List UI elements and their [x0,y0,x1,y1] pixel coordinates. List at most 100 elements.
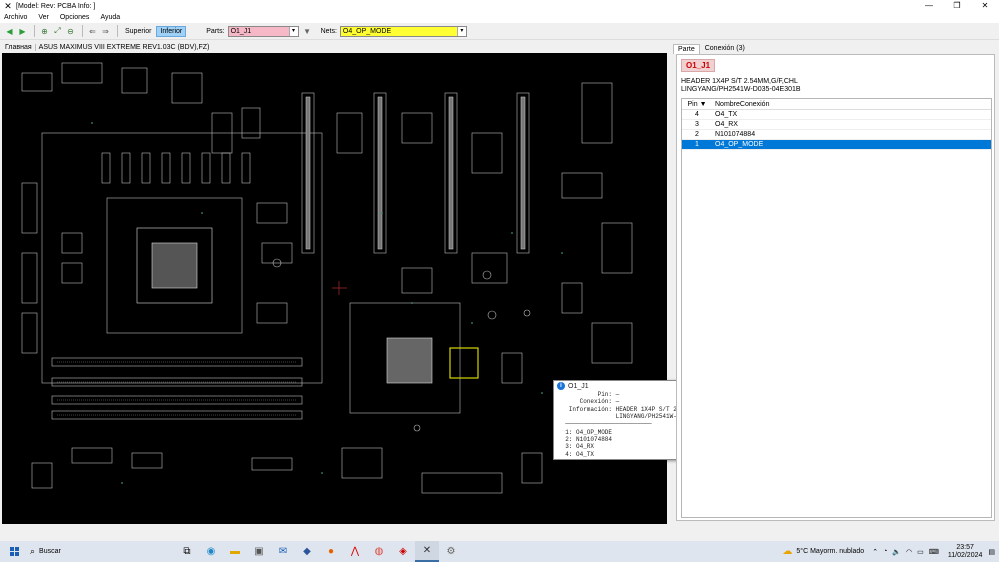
tooltip-line: 4: O4_TX [558,451,595,458]
file-explorer-icon[interactable]: ▬ [223,541,247,562]
layer-bottom-toggle[interactable]: Inferior [156,25,187,37]
forward-icon[interactable]: ▶ [17,26,28,37]
app-icon: ✕ [4,1,12,11]
table-header: Pin ▼ NombreConexión [682,99,991,110]
menu-ver[interactable]: Ver [38,14,49,21]
parts-value: O1_J1 [230,27,252,35]
table-row-selected[interactable]: 1 O4_OP_MODE [682,140,991,150]
panel-body: O1_J1 HEADER 1X4P S/T 2.54MM,G/F,CHL LIN… [676,54,995,521]
start-button[interactable] [4,541,24,562]
store-icon[interactable]: ▣ [247,541,271,562]
back-icon[interactable]: ◀ [4,26,15,37]
description-line: LINGYANG/PH2541W-D035-04E301B [681,86,801,93]
menu-bar: Archivo Ver Opciones Ayuda [0,12,999,23]
column-net-name[interactable]: NombreConexión [712,101,991,108]
properties-panel: Parte Conexión (3) O1_J1 HEADER 1X4P S/T… [673,41,995,525]
window-title: [Model: Rev: PCBA Info: ] [16,2,96,10]
part-name-badge: O1_J1 [681,59,716,72]
nets-combo[interactable]: O4_OP_MODE ▾ [339,25,467,37]
taskbar-search[interactable]: ⌕ Buscar [30,541,175,562]
chevron-up-icon[interactable]: ⌃ [872,548,878,556]
edge-icon[interactable]: ◉ [199,541,223,562]
network-icon[interactable]: ◔ [883,548,887,555]
menu-ayuda[interactable]: Ayuda [100,14,120,21]
tab-conexion[interactable]: Conexión (3) [700,43,750,54]
row-pin: 1 [695,141,699,148]
windows-logo-icon [9,547,19,556]
app-icon[interactable]: ◈ [391,541,415,562]
fit-icon[interactable]: ⤢ [52,26,63,37]
system-tray: ☁ 5°C Mayorm. nublado ⌃ ◔ 🔈 ◠ ▭ ⌨ 23:57 … [782,541,995,562]
flip-horizontal-icon[interactable]: ⇐ [87,26,98,37]
chevron-down-icon[interactable]: ▾ [456,26,466,36]
weather-text: 5°C Mayorm. nublado [796,548,865,555]
row-pin: 2 [695,131,699,138]
parts-combo[interactable]: O1_J1 ▾ [227,25,299,37]
clock-time: 23:57 [956,543,974,551]
tooltip-line: 2: N101074884 [558,436,613,443]
weather-widget[interactable]: ☁ 5°C Mayorm. nublado [782,546,864,557]
info-icon: i [557,382,565,390]
maximize-button[interactable]: ❐ [943,0,971,12]
firefox-icon[interactable]: ● [319,541,343,562]
wifi-icon[interactable]: ◠ [906,548,912,556]
tab-home[interactable]: Главная [2,44,35,51]
chevron-down-icon[interactable]: ▾ [288,26,298,36]
tooltip-line: Pin: — [558,391,620,398]
zoom-out-icon[interactable]: ⊖ [65,26,76,37]
acrobat-icon[interactable]: ⋀ [343,541,367,562]
boardviewer-icon[interactable]: ✕ [415,541,439,562]
column-pin[interactable]: Pin ▼ [682,101,712,108]
row-pin: 4 [695,111,699,118]
part-description: HEADER 1X4P S/T 2.54MM,G/F,CHL LINGYANG/… [681,78,801,94]
row-pin: 3 [695,121,699,128]
close-button[interactable]: ✕ [971,0,999,12]
layer-top-toggle[interactable]: Superior [122,27,154,36]
volume-icon[interactable]: 🔈 [892,548,901,556]
toolbar: ◀ ▶ ⊕ ⤢ ⊖ ⇐ ⇒ Superior Inferior Parts: O… [0,23,999,40]
zoom-in-icon[interactable]: ⊕ [39,26,50,37]
nets-value: O4_OP_MODE [342,27,392,35]
app-icon[interactable]: ◆ [295,541,319,562]
language-icon[interactable]: ⌨ [929,548,939,556]
table-row[interactable]: 4 O4_TX [682,110,991,120]
filter-icon[interactable]: ▼ [302,26,313,37]
task-view-icon[interactable]: ⧉ [175,541,199,562]
nets-label: Nets: [320,27,337,35]
row-net: O4_RX [715,121,738,128]
rotate-icon[interactable]: ⇒ [100,26,111,37]
app-icon[interactable]: ⚙ [439,541,463,562]
sort-desc-icon: ▼ [699,100,707,108]
table-row[interactable]: 3 O4_RX [682,120,991,130]
clock[interactable]: 23:57 11/02/2024 [948,544,983,560]
menu-archivo[interactable]: Archivo [4,14,27,21]
tooltip-line: 1: O4_OP_MODE [558,429,613,436]
chrome-icon[interactable]: ◍ [367,541,391,562]
tab-parte[interactable]: Parte [673,44,700,54]
panel-tabs: Parte Conexión (3) [673,41,995,54]
tooltip-line: 3: O4_RX [558,443,595,450]
table-row[interactable]: 2 N101074884 [682,130,991,140]
row-net: O4_OP_MODE [715,141,764,148]
pin-table: Pin ▼ NombreConexión 4 O4_TX 3 O4_RX 2 N… [681,98,992,518]
toolbar-separator [34,25,35,37]
title-bar: ✕ [Model: Rev: PCBA Info: ] — ❐ ✕ [0,0,999,12]
mail-icon[interactable]: ✉ [271,541,295,562]
tooltip-title: i O1_J1 [557,382,589,390]
row-net: N101074884 [715,131,756,138]
row-net: O4_TX [715,111,738,118]
battery-icon[interactable]: ▭ [917,548,924,556]
tab-board-file[interactable]: ASUS MAXIMUS VIII EXTREME REV1.03C (BDV)… [34,43,213,51]
search-label: Buscar [39,548,61,555]
parts-label: Parts: [206,27,225,35]
menu-opciones[interactable]: Opciones [60,14,90,21]
tooltip-line: ──────────────────────── [558,420,652,427]
tooltip-part-name: O1_J1 [568,382,589,390]
tooltip-line: Conexión: — [558,398,620,405]
document-tabs: Главная ASUS MAXIMUS VIII EXTREME REV1.0… [2,41,667,53]
clock-date: 11/02/2024 [947,551,983,559]
notification-icon[interactable]: ▤ [988,548,995,556]
search-icon: ⌕ [30,546,36,556]
cloud-icon: ☁ [782,546,793,557]
minimize-button[interactable]: — [915,0,943,12]
